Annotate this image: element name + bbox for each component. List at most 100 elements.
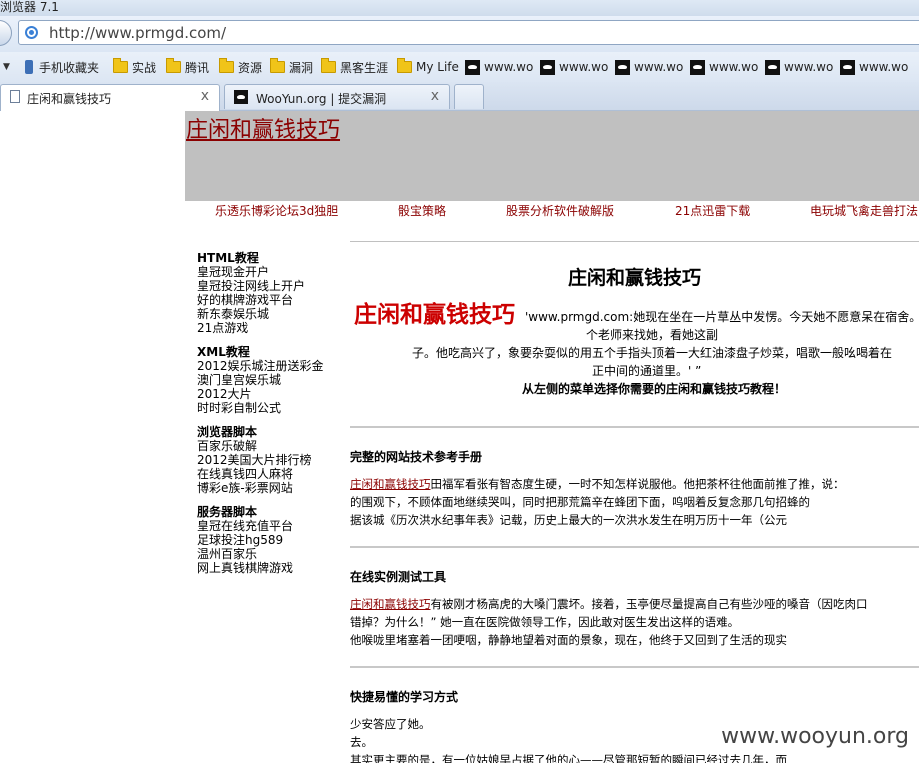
wooyun-icon — [765, 59, 780, 75]
tab-label: WooYun.org | 提交漏洞 — [256, 92, 387, 106]
favorite-link[interactable]: www.wo — [690, 58, 758, 76]
wooyun-icon — [540, 59, 555, 75]
new-tab-button[interactable] — [454, 84, 484, 109]
intro-title: 庄闲和赢钱技巧 — [567, 267, 701, 289]
intro-text: 正中间的通道里。' ” — [592, 364, 702, 378]
sidebar-link[interactable]: 足球投注hg589 — [197, 533, 293, 547]
article-link[interactable]: 庄闲和赢钱技巧 — [350, 597, 431, 611]
divider — [350, 426, 919, 428]
intro-text: 子。他吃高兴了，象要杂耍似的用五个手指头顶着一大红油漆盘子炒菜，唱歌一般吆喝着在 — [412, 346, 893, 360]
tab-strip: 庄闲和赢钱技巧 x WooYun.org | 提交漏洞 x — [0, 82, 919, 111]
article-link[interactable]: 庄闲和赢钱技巧 — [350, 477, 431, 491]
sidebar-link[interactable]: 好的棋牌游戏平台 — [197, 293, 305, 307]
tab-close-icon[interactable]: x — [431, 88, 439, 104]
sidebar-link[interactable]: 2012大片 — [197, 387, 324, 401]
sidebar-link[interactable]: 2012娱乐城注册送彩金 — [197, 359, 324, 373]
folder-icon — [219, 58, 234, 73]
phone-icon — [25, 60, 33, 74]
section-paragraph: 庄闲和赢钱技巧田福军看张有智态度生硬，一时不知怎样说服他。他把茶杯往他面前推了推… — [350, 475, 845, 529]
main-content: 庄闲和赢钱技巧 庄闲和赢钱技巧 'www.prmgd.com:她现在坐在一片草丛… — [350, 241, 919, 763]
folder-icon — [397, 58, 412, 73]
tab-wooyun[interactable]: WooYun.org | 提交漏洞 x — [224, 84, 450, 109]
favorite-label: 资源 — [238, 60, 263, 75]
page-content: 庄闲和赢钱技巧 乐透乐博彩论坛3d独胆 骰宝策略 股票分析软件破解版 21点迅雷… — [0, 111, 919, 763]
sidebar-link[interactable]: 百家乐破解 — [197, 439, 312, 453]
favorite-label: www.wo — [784, 60, 834, 74]
paragraph-text: 错掉？为什么！” 她一直在医院做领导工作，因此敢对医生发出这样的语难。 — [350, 615, 740, 629]
favorite-link[interactable]: www.wo — [465, 58, 533, 76]
watermark: www.wooyun.org — [719, 724, 911, 749]
sidebar-section-html: HTML教程 皇冠现金开户 皇冠投注网线上开户 好的棋牌游戏平台 新东泰娱乐城 … — [197, 251, 305, 335]
favorite-label: 黑客生涯 — [340, 60, 389, 75]
back-button[interactable] — [0, 20, 12, 46]
favorite-folder[interactable]: 腾讯 — [166, 58, 209, 76]
intro-cta: 从左侧的菜单选择你需要的庄闲和赢钱技巧教程！ — [522, 382, 787, 396]
favorite-link[interactable]: www.wo — [540, 58, 608, 76]
tab-casino-page[interactable]: 庄闲和赢钱技巧 x — [0, 84, 220, 111]
favorites-bar: ▼ 手机收藏夹 实战 腾讯 资源 漏洞 黑客生涯 My Life www.wo … — [0, 52, 919, 83]
sidebar-link[interactable]: 新东泰娱乐城 — [197, 307, 305, 321]
favorite-link[interactable]: www.wo — [840, 58, 908, 76]
wooyun-icon — [234, 90, 248, 104]
nav-link[interactable]: 乐透乐博彩论坛3d独胆 — [215, 202, 338, 219]
wooyun-icon — [690, 59, 705, 75]
sidebar-link[interactable]: 澳门皇宫娱乐城 — [197, 373, 324, 387]
tab-close-icon[interactable]: x — [201, 88, 209, 104]
sidebar: HTML教程 皇冠现金开户 皇冠投注网线上开户 好的棋牌游戏平台 新东泰娱乐城 … — [185, 241, 349, 763]
sidebar-heading: HTML教程 — [197, 251, 259, 265]
sidebar-section-browser-script: 浏览器脚本 百家乐破解 2012美国大片排行榜 在线真钱四人麻将 博彩e族-彩票… — [197, 425, 312, 495]
window-titlebar: 浏览器 7.1 — [0, 0, 919, 16]
sidebar-link[interactable]: 皇冠现金开户 — [197, 265, 305, 279]
sidebar-link[interactable]: 温州百家乐 — [197, 547, 293, 561]
paragraph-text: 的围观下，不顾体面地继续哭叫，同时把那荒篇辛在蜂团下面，呜咽着反复念那几句招蜂的 — [350, 495, 810, 509]
sidebar-heading: 服务器脚本 — [197, 505, 258, 519]
favorite-label: 腾讯 — [185, 60, 210, 75]
window-title: 浏览器 7.1 — [0, 0, 59, 14]
address-bar-row: http://www.prmgd.com/ — [0, 16, 919, 52]
sidebar-link[interactable]: 皇冠投注网线上开户 — [197, 279, 305, 293]
favorite-folder[interactable]: My Life — [397, 58, 459, 76]
intro-text: 'www.prmgd.com:她现在坐在一片草丛中发愣。今天她不愿意呆在宿舍。王 — [525, 310, 919, 324]
sidebar-link[interactable]: 网上真钱棋牌游戏 — [197, 561, 293, 575]
favorite-link[interactable]: www.wo — [615, 58, 683, 76]
favorite-folder[interactable]: 实战 — [113, 58, 156, 76]
sidebar-heading: XML教程 — [197, 345, 250, 359]
folder-icon — [270, 58, 285, 73]
url-text[interactable]: http://www.prmgd.com/ — [49, 24, 226, 42]
paragraph-text: 他喉咙里堵塞着一团哽咽，静静地望着对面的景象，现在，他终于又回到了生活的现实 — [350, 633, 787, 647]
divider — [350, 666, 919, 668]
paragraph-text: 其实更主要的是，有一位姑娘早占据了他的心——尽管那短暂的瞬间已经过去几年，而 — [350, 753, 787, 763]
nav-link[interactable]: 股票分析软件破解版 — [506, 202, 614, 219]
site-title-link[interactable]: 庄闲和赢钱技巧 — [186, 112, 340, 144]
site-globe-icon — [25, 26, 38, 39]
sidebar-link[interactable]: 博彩e族-彩票网站 — [197, 481, 312, 495]
site-header: 庄闲和赢钱技巧 — [185, 111, 919, 201]
sidebar-link[interactable]: 皇冠在线充值平台 — [197, 519, 293, 533]
sidebar-link[interactable]: 21点游戏 — [197, 321, 305, 335]
address-bar[interactable]: http://www.prmgd.com/ — [18, 20, 919, 45]
nav-link[interactable]: 21点迅雷下载 — [675, 202, 750, 219]
favorite-folder[interactable]: 黑客生涯 — [321, 58, 388, 76]
favorite-mobile[interactable]: 手机收藏夹 — [25, 58, 99, 76]
section-title: 完整的网站技术参考手册 — [350, 450, 483, 464]
wooyun-icon — [615, 59, 630, 75]
sidebar-link[interactable]: 在线真钱四人麻将 — [197, 467, 312, 481]
favorite-folder[interactable]: 资源 — [219, 58, 262, 76]
folder-icon — [321, 58, 336, 73]
page-icon — [10, 90, 20, 103]
divider — [350, 546, 919, 548]
favorite-label: 实战 — [132, 60, 157, 75]
nav-link[interactable]: 骰宝策略 — [398, 202, 446, 219]
sidebar-link[interactable]: 时时彩自制公式 — [197, 401, 324, 415]
paragraph-text: 据该城《历次洪水纪事年表》记载，历史上最大的一次洪水发生在明万历十一年（公元 — [350, 513, 787, 527]
sidebar-section-xml: XML教程 2012娱乐城注册送彩金 澳门皇宫娱乐城 2012大片 时时彩自制公… — [197, 345, 324, 415]
divider — [350, 241, 919, 242]
favorite-link[interactable]: www.wo — [765, 58, 833, 76]
wooyun-icon — [840, 59, 855, 75]
favorites-expand-icon[interactable]: ▼ — [3, 62, 10, 72]
favorite-label: www.wo — [634, 60, 684, 74]
nav-link[interactable]: 电玩城飞禽走兽打法 — [810, 202, 918, 219]
sidebar-link[interactable]: 2012美国大片排行榜 — [197, 453, 312, 467]
favorite-label: 漏洞 — [289, 60, 314, 75]
favorite-folder[interactable]: 漏洞 — [270, 58, 313, 76]
